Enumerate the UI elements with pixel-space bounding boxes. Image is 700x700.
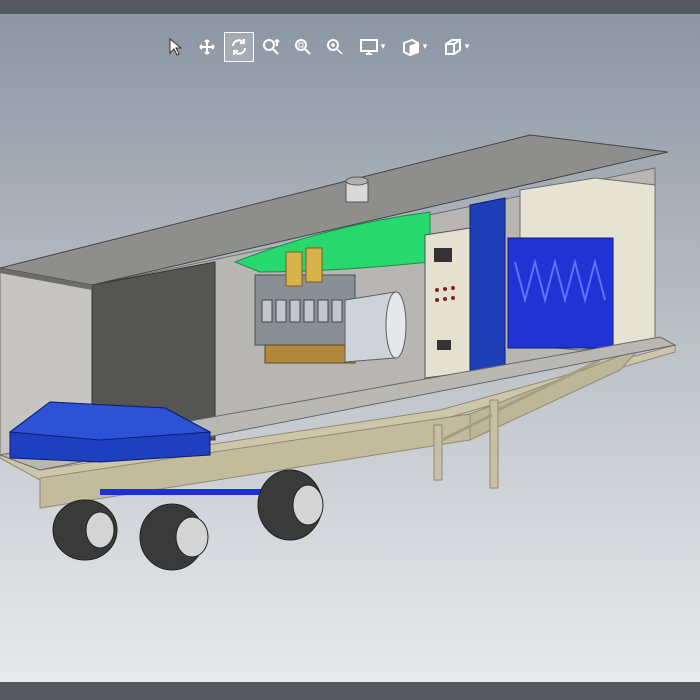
- landing-leg: [433, 424, 443, 481]
- view-toolbar: ▾ ▾ ▾: [160, 31, 476, 63]
- rotate-icon: [232, 39, 246, 55]
- top-window-bar: [0, 0, 700, 14]
- cube-icon: [444, 39, 461, 55]
- rotate-tool-button[interactable]: [224, 32, 254, 62]
- 3d-viewport[interactable]: ▾ ▾ ▾: [0, 14, 700, 682]
- chevron-down-icon: ▾: [422, 42, 428, 52]
- zoom-icon: [263, 38, 280, 55]
- monitor-icon: [359, 39, 378, 55]
- zoom-window-button[interactable]: [288, 32, 318, 62]
- control-panel-display: [434, 248, 452, 262]
- select-tool-button[interactable]: [160, 32, 190, 62]
- move-arrows-icon: [199, 39, 215, 55]
- chevron-down-icon: ▾: [464, 42, 470, 52]
- standard-views-button[interactable]: ▾: [436, 32, 476, 62]
- landing-leg: [489, 399, 499, 489]
- section-view-button[interactable]: ▾: [394, 32, 434, 62]
- air-filter: [285, 251, 303, 287]
- zoom-fit-icon: [327, 39, 343, 55]
- cursor-arrow-icon: [169, 38, 183, 56]
- switchgear-cabinet: [469, 197, 506, 373]
- section-view-icon: [402, 38, 419, 57]
- air-filter: [305, 247, 323, 283]
- chevron-down-icon: ▾: [380, 42, 386, 52]
- trailer-generator-model[interactable]: [0, 14, 700, 682]
- zoom-window-icon: [295, 39, 311, 55]
- zoom-fit-button[interactable]: [320, 32, 350, 62]
- engine-base: [264, 344, 356, 364]
- display-mode-button[interactable]: ▾: [352, 32, 392, 62]
- pan-tool-button[interactable]: [192, 32, 222, 62]
- selection-annotation: [100, 489, 270, 495]
- zoom-tool-button[interactable]: [256, 32, 286, 62]
- bottom-status-bar: [0, 682, 700, 700]
